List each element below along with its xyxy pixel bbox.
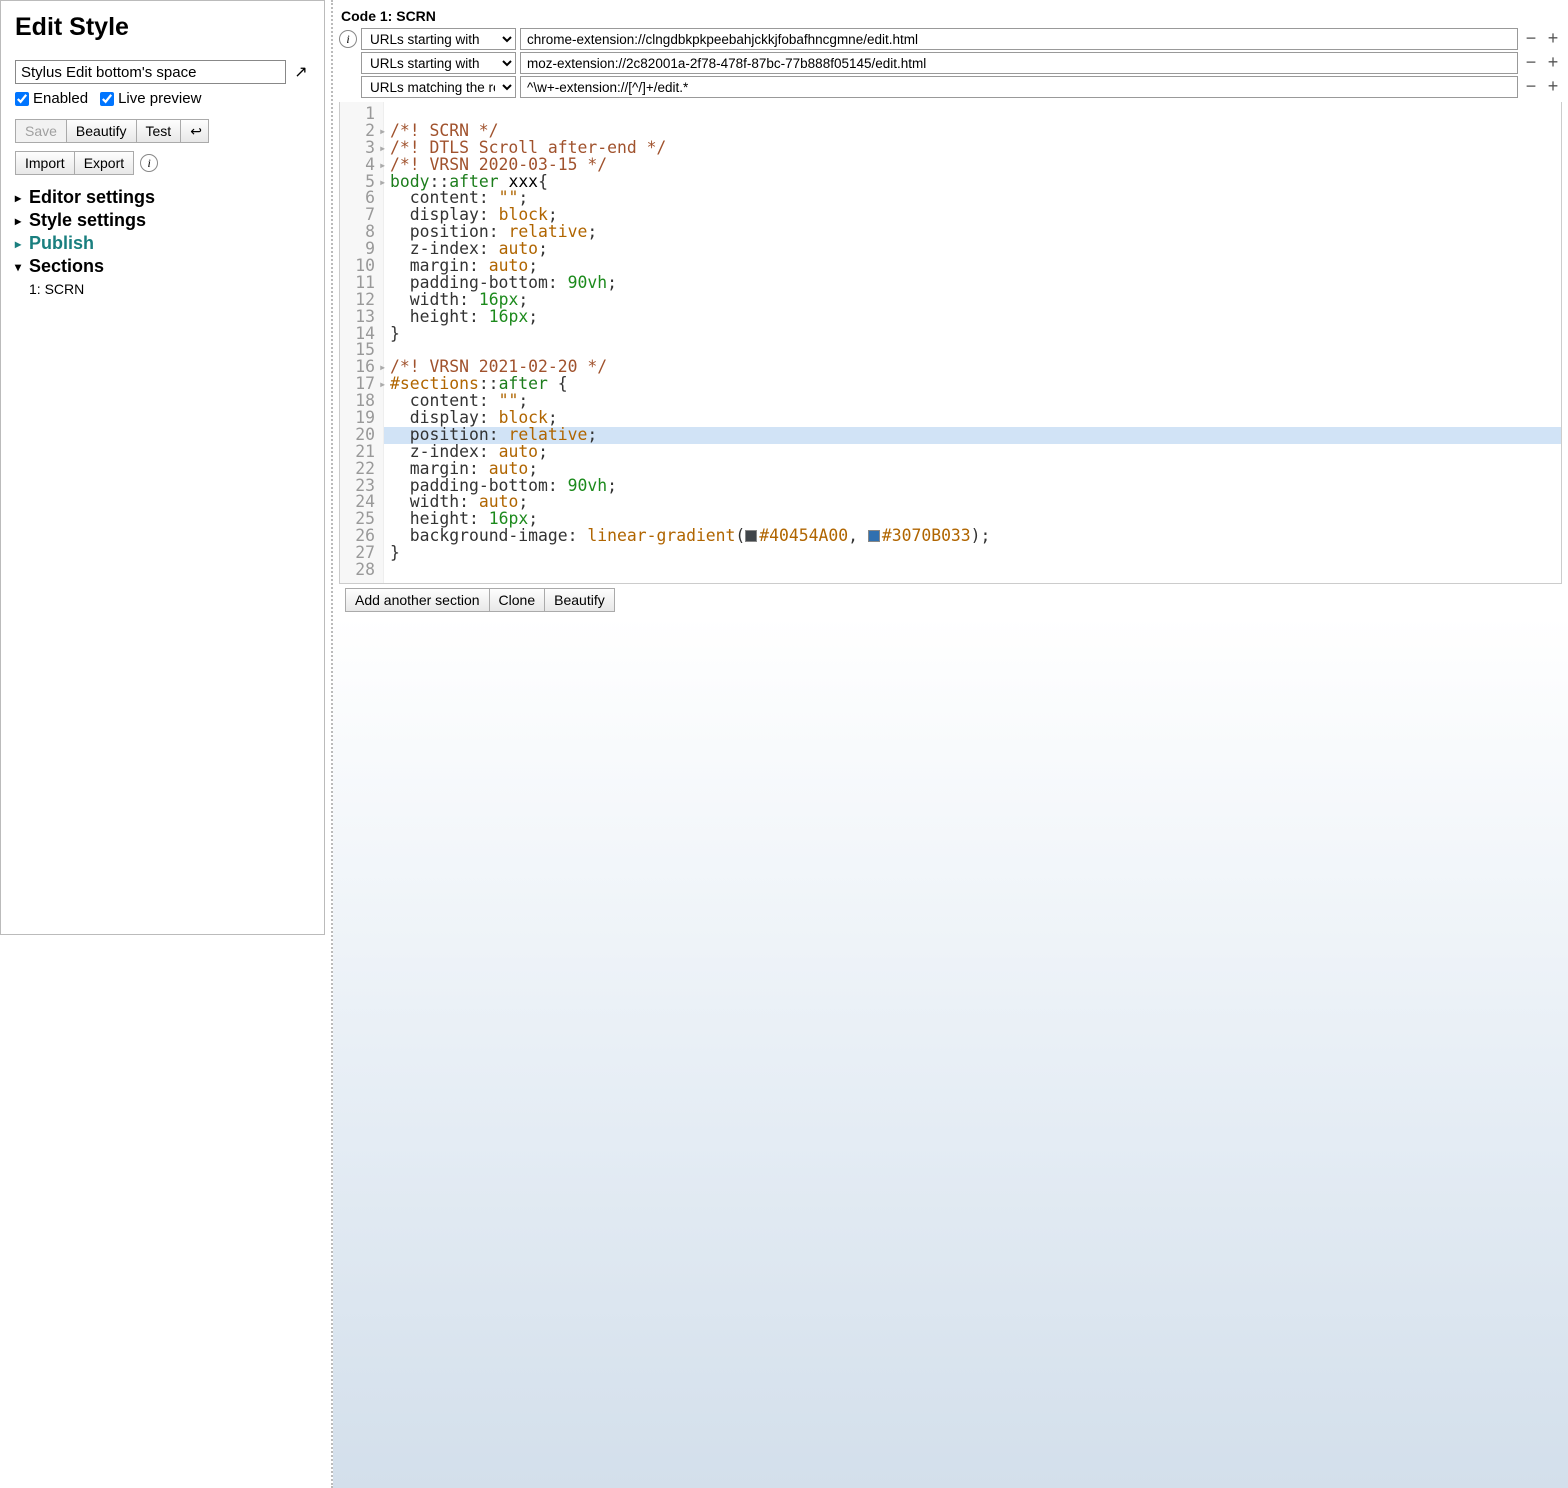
code-line[interactable]: width: 16px; — [390, 292, 1555, 309]
chevron-right-icon: ▸ — [15, 237, 25, 251]
external-link-icon[interactable]: ↗ — [292, 62, 310, 82]
section-list-item[interactable]: 1: SCRN — [29, 281, 310, 297]
code-editor[interactable]: 1234567891011121314151617181920212223242… — [339, 102, 1562, 584]
applies-value-input[interactable] — [520, 52, 1518, 74]
remove-rule-icon[interactable]: − — [1522, 78, 1540, 96]
save-button[interactable]: Save — [15, 119, 67, 143]
code-line[interactable]: padding-bottom: 90vh; — [390, 275, 1555, 292]
code-line[interactable]: ▸body::after xxx{ — [390, 174, 1555, 191]
style-name-input[interactable] — [15, 60, 286, 84]
code-line[interactable]: width: auto; — [390, 494, 1555, 511]
bottom-gradient-area — [333, 616, 1568, 1488]
code-section-label: Code 1: SCRN — [339, 6, 1562, 28]
code-line[interactable] — [390, 106, 1555, 123]
collapsible-editor-settings[interactable]: ▸ Editor settings — [15, 187, 310, 208]
code-line[interactable]: content: ""; — [390, 393, 1555, 410]
code-line[interactable]: } — [390, 545, 1555, 562]
applies-value-input[interactable] — [520, 76, 1518, 98]
code-line[interactable]: height: 16px; — [390, 309, 1555, 326]
editor-body[interactable]: ▸/*! SCRN */▸/*! DTLS Scroll after-end *… — [384, 102, 1561, 583]
color-swatch-icon[interactable] — [745, 530, 757, 542]
live-preview-checkbox-label[interactable]: Live preview — [100, 90, 201, 107]
add-section-button[interactable]: Add another section — [345, 588, 490, 612]
fold-icon[interactable]: ▸ — [379, 157, 389, 174]
applies-value-input[interactable] — [520, 28, 1518, 50]
main-area: Code 1: SCRN iURLs starting with−+URLs s… — [333, 0, 1568, 1488]
code-line[interactable] — [390, 562, 1555, 579]
beautify-button[interactable]: Beautify — [67, 119, 137, 143]
live-preview-checkbox[interactable] — [100, 92, 114, 106]
chevron-right-icon: ▸ — [15, 214, 25, 228]
sidebar: Edit Style ↗ Enabled Live preview Save B… — [0, 0, 325, 935]
remove-rule-icon[interactable]: − — [1522, 30, 1540, 48]
code-line[interactable]: ▸#sections::after { — [390, 376, 1555, 393]
applies-row: URLs matching the regexp −+ — [339, 76, 1562, 98]
add-rule-icon[interactable]: + — [1544, 30, 1562, 48]
applies-type-select[interactable]: URLs starting with — [361, 28, 516, 50]
test-button[interactable]: Test — [137, 119, 182, 143]
code-line[interactable]: z-index: auto; — [390, 444, 1555, 461]
enabled-checkbox[interactable] — [15, 92, 29, 106]
editor-gutter: 1234567891011121314151617181920212223242… — [340, 102, 384, 583]
color-swatch-icon[interactable] — [868, 530, 880, 542]
chevron-down-icon: ▾ — [15, 260, 25, 274]
clone-button[interactable]: Clone — [490, 588, 546, 612]
applies-type-select[interactable]: URLs matching the regexp — [361, 76, 516, 98]
applies-row: URLs starting with −+ — [339, 52, 1562, 74]
collapsible-style-settings[interactable]: ▸ Style settings — [15, 210, 310, 231]
code-line[interactable]: position: relative; — [384, 427, 1561, 444]
code-line[interactable]: } — [390, 326, 1555, 343]
info-icon[interactable]: i — [140, 154, 158, 172]
wrap-toggle-button[interactable]: ↩ — [181, 119, 209, 143]
applies-type-select[interactable]: URLs starting with — [361, 52, 516, 74]
import-button[interactable]: Import — [15, 151, 75, 175]
code-line[interactable]: background-image: linear-gradient(#40454… — [390, 528, 1555, 545]
add-rule-icon[interactable]: + — [1544, 78, 1562, 96]
code-line[interactable]: z-index: auto; — [390, 241, 1555, 258]
export-button[interactable]: Export — [75, 151, 134, 175]
code-line[interactable]: position: relative; — [390, 224, 1555, 241]
applies-row: iURLs starting with −+ — [339, 28, 1562, 50]
fold-icon[interactable]: ▸ — [379, 359, 389, 376]
enabled-checkbox-label[interactable]: Enabled — [15, 90, 88, 107]
beautify-section-button[interactable]: Beautify — [545, 588, 615, 612]
page-title: Edit Style — [15, 13, 310, 42]
code-line[interactable]: ▸/*! VRSN 2020-03-15 */ — [390, 157, 1555, 174]
fold-icon[interactable]: ▸ — [379, 123, 389, 140]
collapsible-publish[interactable]: ▸ Publish — [15, 233, 310, 254]
add-rule-icon[interactable]: + — [1544, 54, 1562, 72]
collapsible-sections[interactable]: ▾ Sections — [15, 256, 310, 277]
code-line[interactable]: padding-bottom: 90vh; — [390, 478, 1555, 495]
chevron-right-icon: ▸ — [15, 191, 25, 205]
fold-icon[interactable]: ▸ — [379, 174, 389, 191]
sidebar-resizer[interactable] — [325, 0, 333, 1488]
help-icon[interactable]: i — [339, 30, 357, 48]
code-line[interactable]: content: ""; — [390, 190, 1555, 207]
fold-icon[interactable]: ▸ — [379, 376, 389, 393]
fold-icon[interactable]: ▸ — [379, 140, 389, 157]
remove-rule-icon[interactable]: − — [1522, 54, 1540, 72]
